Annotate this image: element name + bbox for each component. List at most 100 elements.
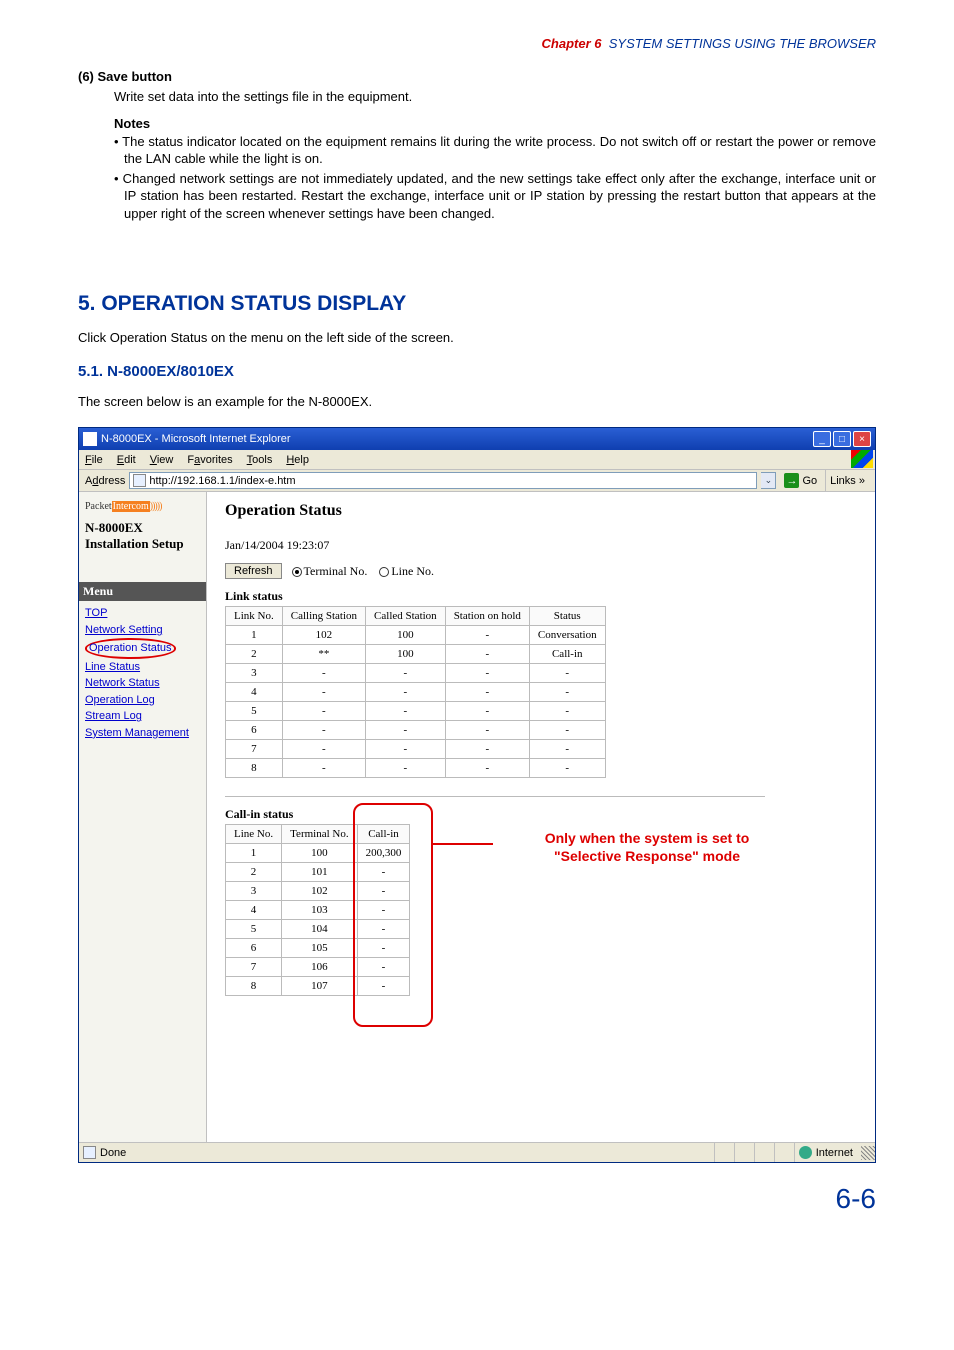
callin-status-table: Line No. Terminal No. Call-in 1100200,30… — [225, 824, 410, 996]
sidebar-item-operation-status[interactable]: Operation Status — [85, 638, 200, 659]
statusbar-cell — [714, 1143, 734, 1162]
section-6-title: Save button — [98, 69, 172, 84]
table-row: 7106- — [226, 958, 410, 977]
window-title: N-8000EX - Microsoft Internet Explorer — [101, 433, 813, 445]
radio-line-label: Line No. — [391, 564, 434, 578]
table-row: 7---- — [226, 740, 606, 759]
status-done: Done — [100, 1147, 714, 1159]
go-arrow-icon: → — [784, 473, 799, 488]
timestamp: Jan/14/2004 19:23:07 — [225, 538, 857, 553]
links-button[interactable]: Links » — [825, 470, 869, 491]
table-row: 8---- — [226, 759, 606, 778]
radio-line-no[interactable] — [379, 567, 389, 577]
model-label: N-8000EX — [85, 520, 200, 536]
main-panel: Operation Status Jan/14/2004 19:23:07 Re… — [207, 492, 875, 1142]
install-label: Installation Setup — [85, 536, 200, 552]
note-1: • The status indicator located on the eq… — [114, 133, 876, 168]
internet-zone: Internet — [794, 1143, 857, 1162]
page-title: Operation Status — [225, 502, 857, 520]
statusbar-cell — [774, 1143, 794, 1162]
radio-terminal-no[interactable] — [292, 567, 302, 577]
sidebar-item-network-setting[interactable]: Network Setting — [85, 622, 200, 639]
titlebar: N-8000EX - Microsoft Internet Explorer _… — [79, 428, 875, 450]
go-label: Go — [802, 475, 817, 487]
note-2: • Changed network settings are not immed… — [114, 170, 876, 223]
sidebar-item-top[interactable]: TOP — [85, 605, 200, 622]
radio-group: Terminal No. Line No. — [292, 564, 434, 579]
operation-status-highlight: Operation Status — [85, 638, 176, 659]
chapter-title: SYSTEM SETTINGS USING THE BROWSER — [609, 36, 876, 51]
ie-icon — [83, 432, 97, 446]
table-row: 1100200,300 — [226, 844, 410, 863]
link-status-table: Link No. Calling Station Called Station … — [225, 606, 606, 778]
col-line-no: Line No. — [226, 825, 282, 844]
resize-grip-icon — [861, 1146, 875, 1160]
radio-terminal-label: Terminal No. — [304, 564, 368, 578]
sidebar-item-line-status[interactable]: Line Status — [85, 659, 200, 676]
col-callin: Call-in — [357, 825, 410, 844]
table-row: 4---- — [226, 683, 606, 702]
callout-note: Only when the system is set to "Selectiv… — [497, 829, 797, 865]
browser-window: N-8000EX - Microsoft Internet Explorer _… — [78, 427, 876, 1163]
product-logo: PacketIntercom))))) — [85, 498, 200, 514]
table-row: 2101- — [226, 863, 410, 882]
table-header-row: Link No. Calling Station Called Station … — [226, 607, 606, 626]
done-icon — [83, 1146, 96, 1159]
menu-view[interactable]: View — [150, 454, 174, 466]
section-6-num: (6) — [78, 69, 94, 84]
sidebar-item-stream-log[interactable]: Stream Log — [85, 708, 200, 725]
sidebar-item-network-status[interactable]: Network Status — [85, 675, 200, 692]
table-row: 6105- — [226, 939, 410, 958]
link-status-header: Link status — [225, 589, 857, 604]
heading-5: 5. OPERATION STATUS DISPLAY — [78, 292, 876, 316]
refresh-button[interactable]: Refresh — [225, 563, 282, 579]
address-bar: Address http://192.168.1.1/index-e.htm ⌄… — [79, 470, 875, 492]
chapter-header: Chapter 6 SYSTEM SETTINGS USING THE BROW… — [78, 36, 876, 51]
col-calling: Calling Station — [282, 607, 365, 626]
statusbar-cell — [734, 1143, 754, 1162]
menu-file[interactable]: File — [85, 454, 103, 466]
heading-5-1-desc: The screen below is an example for the N… — [78, 394, 876, 409]
url-dropdown[interactable]: ⌄ — [761, 472, 776, 489]
ie-logo-icon — [851, 450, 873, 468]
menu-header: Menu — [79, 582, 206, 601]
col-terminal-no: Terminal No. — [282, 825, 358, 844]
heading-5-desc: Click Operation Status on the menu on th… — [78, 330, 876, 345]
table-row: 3102- — [226, 882, 410, 901]
table-row: 5---- — [226, 702, 606, 721]
table-row: 3---- — [226, 664, 606, 683]
table-row: 1102100-Conversation — [226, 626, 606, 645]
section-6-heading: (6) Save button — [78, 69, 876, 84]
callout-connector-line — [433, 843, 493, 845]
sidebar-item-system-management[interactable]: System Management — [85, 725, 200, 742]
minimize-button[interactable]: _ — [813, 431, 831, 447]
divider — [225, 796, 765, 797]
col-hold: Station on hold — [445, 607, 529, 626]
chapter-label: Chapter 6 — [542, 36, 602, 51]
content-area: PacketIntercom))))) N-8000EX Installatio… — [79, 492, 875, 1142]
heading-5-1: 5.1. N-8000EX/8010EX — [78, 363, 876, 380]
page-number: 6-6 — [78, 1183, 876, 1215]
menu-edit[interactable]: Edit — [117, 454, 136, 466]
url-text: http://192.168.1.1/index-e.htm — [149, 475, 295, 487]
table-header-row: Line No. Terminal No. Call-in — [226, 825, 410, 844]
callin-status-header: Call-in status — [225, 807, 857, 822]
col-status: Status — [529, 607, 605, 626]
menu-help[interactable]: Help — [286, 454, 309, 466]
table-row: 2**100-Call-in — [226, 645, 606, 664]
statusbar: Done Internet — [79, 1142, 875, 1162]
menu-favorites[interactable]: Favorites — [187, 454, 232, 466]
col-called: Called Station — [366, 607, 446, 626]
sidebar-item-operation-log[interactable]: Operation Log — [85, 692, 200, 709]
menu-tools[interactable]: Tools — [247, 454, 273, 466]
table-row: 4103- — [226, 901, 410, 920]
internet-icon — [799, 1146, 812, 1159]
close-button[interactable]: × — [853, 431, 871, 447]
maximize-button[interactable]: □ — [833, 431, 851, 447]
url-field[interactable]: http://192.168.1.1/index-e.htm — [129, 472, 757, 489]
notes-header: Notes — [114, 116, 876, 131]
table-row: 8107- — [226, 977, 410, 996]
menubar: File Edit View Favorites Tools Help — [79, 450, 875, 470]
col-link-no: Link No. — [226, 607, 283, 626]
go-button[interactable]: → Go — [780, 473, 821, 488]
